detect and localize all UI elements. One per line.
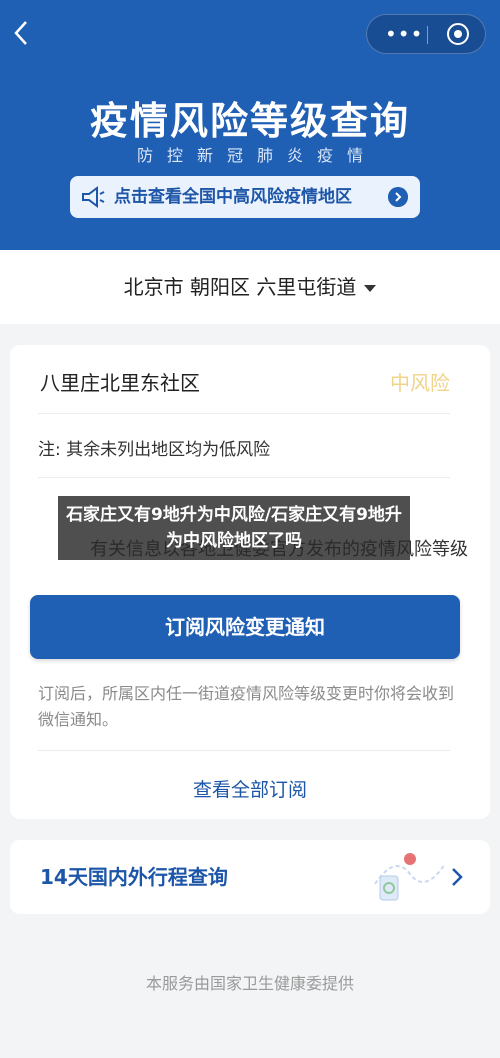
low-risk-note: 注: 其余未列出地区均为低风险 xyxy=(38,440,271,460)
caret-down-icon xyxy=(364,285,377,292)
risk-card: 八里庄北里东社区 中风险 注: 其余未列出地区均为低风险 有关信息以各地卫健委官… xyxy=(10,345,490,819)
divider xyxy=(38,750,450,751)
close-target-icon[interactable] xyxy=(447,23,469,45)
more-icon[interactable]: ••• xyxy=(385,15,423,53)
caption-text: 石家庄又有9地升为中风险/石家庄又有9地升为中风险地区了吗 xyxy=(66,505,402,551)
mini-program-capsule: ••• xyxy=(366,14,486,54)
megaphone-icon xyxy=(82,186,105,208)
subscribe-button[interactable]: 订阅风险变更通知 xyxy=(30,595,460,659)
page-title: 疫情风险等级查询 xyxy=(89,99,410,143)
back-icon[interactable] xyxy=(10,18,34,48)
footer-provider: 本服务由国家卫生健康委提供 xyxy=(145,974,354,993)
notice-text: 点击查看全国中高风险疫情地区 xyxy=(114,187,352,207)
trip-query-label: 14天国内外行程查询 xyxy=(40,865,228,889)
divider xyxy=(38,477,450,478)
view-all-subscriptions-link[interactable]: 查看全部订阅 xyxy=(10,775,490,802)
capsule-divider xyxy=(427,26,428,44)
divider xyxy=(38,413,450,414)
caption-overlay: 石家庄又有9地升为中风险/石家庄又有9地升为中风险地区了吗 xyxy=(58,496,410,560)
location-selector[interactable]: 北京市 朝阳区 六里屯街道 xyxy=(0,250,500,324)
high-risk-areas-notice[interactable]: 点击查看全国中高风险疫情地区 xyxy=(70,176,420,218)
location-text: 北京市 朝阳区 六里屯街道 xyxy=(123,275,357,299)
map-route-illustration-icon xyxy=(374,853,446,901)
chevron-right-icon xyxy=(452,868,463,886)
community-name: 八里庄北里东社区 xyxy=(40,371,200,395)
trip-query-card[interactable]: 14天国内外行程查询 xyxy=(10,840,490,914)
page-subtitle: 防控新冠肺炎疫情 xyxy=(136,146,377,165)
risk-level-badge: 中风险 xyxy=(390,371,450,395)
header: ••• 疫情风险等级查询 防控新冠肺炎疫情 点击查看全国中高风险疫情地区 xyxy=(0,0,500,250)
arrow-right-icon xyxy=(388,187,408,207)
subscribe-description: 订阅后，所属区内任一街道疫情风险等级变更时你将会收到微信通知。 xyxy=(38,684,455,729)
